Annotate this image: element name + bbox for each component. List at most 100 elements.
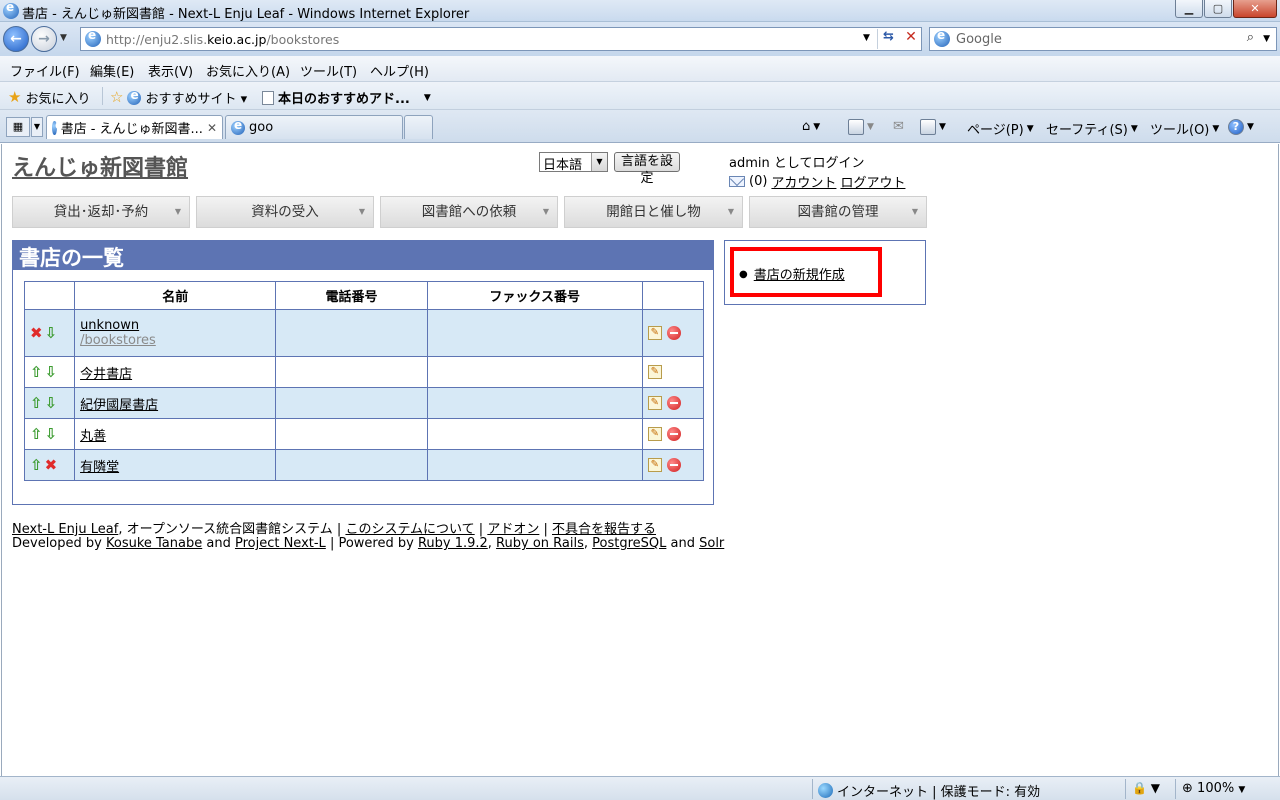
nav-requests[interactable]: 図書館への依頼 ▼ bbox=[380, 196, 558, 228]
new-tab-button[interactable] bbox=[404, 115, 433, 139]
menu-help[interactable]: ヘルプ(H) bbox=[370, 61, 429, 80]
feeds-button[interactable]: ▼ bbox=[848, 119, 874, 135]
stop-icon[interactable]: ✕ bbox=[901, 29, 921, 49]
move-down-icon[interactable]: ⇩ bbox=[45, 394, 58, 412]
recent-pages-dropdown[interactable]: ▼ bbox=[60, 33, 67, 43]
protected-mode-icon[interactable]: 🔒 ▼ bbox=[1132, 781, 1160, 795]
tab-bar: ▦ ▼ 書店 - えんじゅ新図書... ✕ goo ⌂ ▼ ▼ ✉ ▼ ページ(… bbox=[0, 110, 1280, 143]
bookstore-name-link[interactable]: 丸善 bbox=[80, 429, 106, 444]
tab-favicon bbox=[231, 118, 245, 135]
move-down-icon[interactable]: ⇩ bbox=[45, 324, 58, 342]
nav-admin[interactable]: 図書館の管理 ▼ bbox=[749, 196, 927, 228]
author-link[interactable]: Kosuke Tanabe bbox=[106, 536, 202, 551]
favorites-button[interactable]: ★ お気に入り bbox=[8, 88, 90, 108]
move-up-icon[interactable]: ⇧ bbox=[30, 363, 43, 381]
help-button[interactable]: ? ▼ bbox=[1228, 119, 1254, 135]
table-row: ⇧ ⇩ 丸善 ✎ bbox=[23, 418, 705, 450]
safety-menu[interactable]: セーフティ(S) ▼ bbox=[1046, 119, 1138, 138]
menu-file[interactable]: ファイル(F) bbox=[10, 61, 80, 80]
nav-events[interactable]: 開館日と催し物 ▼ bbox=[564, 196, 743, 228]
quick-tabs-icon[interactable]: ▦ bbox=[6, 117, 30, 137]
back-button[interactable]: ← bbox=[3, 26, 29, 52]
delete-icon[interactable] bbox=[666, 396, 681, 410]
address-url[interactable]: http://enju2.slis.keio.ac.jp/bookstores bbox=[106, 32, 339, 47]
menu-tools[interactable]: ツール(T) bbox=[300, 61, 357, 80]
bookstore-name-link[interactable]: 今井書店 bbox=[80, 367, 132, 382]
new-bookstore-link[interactable]: 書店の新規作成 bbox=[754, 268, 845, 283]
forward-button[interactable]: → bbox=[31, 26, 57, 52]
tab-bookstores[interactable]: 書店 - えんじゅ新図書... ✕ bbox=[46, 115, 223, 139]
delete-icon[interactable] bbox=[666, 458, 681, 472]
actions-cell: ✎ bbox=[641, 449, 705, 481]
bookstore-name-link[interactable]: 紀伊國屋書店 bbox=[80, 398, 158, 413]
about-link[interactable]: このシステムについて bbox=[345, 522, 474, 537]
home-button[interactable]: ⌂ ▼ bbox=[802, 119, 820, 134]
search-input[interactable]: Google bbox=[956, 32, 1002, 47]
move-up-icon[interactable]: ⇧ bbox=[30, 456, 43, 474]
postgresql-link[interactable]: PostgreSQL bbox=[592, 536, 666, 551]
solr-link[interactable]: Solr bbox=[699, 536, 724, 551]
report-bug-link[interactable]: 不具合を報告する bbox=[552, 522, 656, 537]
address-dropdown-icon[interactable]: ▼ bbox=[863, 33, 870, 43]
mail-count: (0) bbox=[749, 174, 768, 189]
menu-view[interactable]: 表示(V) bbox=[148, 61, 193, 80]
tab-label: 書店 - えんじゅ新図書... bbox=[60, 122, 203, 137]
actions-cell: ✎ bbox=[641, 356, 705, 388]
edit-icon[interactable]: ✎ bbox=[647, 458, 662, 472]
mail-icon[interactable] bbox=[729, 176, 745, 187]
name-cell: 有隣堂 bbox=[74, 449, 277, 481]
powered-by-text: | Powered by bbox=[325, 536, 418, 551]
language-select[interactable]: 日本語 ▼ bbox=[539, 152, 608, 173]
tab-list-dropdown[interactable]: ▼ bbox=[31, 117, 43, 137]
menu-favorites[interactable]: お気に入り(A) bbox=[206, 61, 290, 80]
nav-acquisition[interactable]: 資料の受入 ▼ bbox=[196, 196, 374, 228]
nav-circulation[interactable]: 貸出･返却･予約 ▼ bbox=[12, 196, 190, 228]
move-down-icon[interactable]: ⇩ bbox=[45, 425, 58, 443]
security-zone[interactable]: インターネット | 保護モード: 有効 bbox=[818, 781, 1040, 800]
search-icon[interactable]: ⌕ bbox=[1247, 30, 1254, 45]
delete-icon[interactable] bbox=[666, 427, 681, 441]
mail-button[interactable]: ✉ bbox=[893, 119, 904, 134]
menu-edit[interactable]: 編集(E) bbox=[90, 61, 134, 80]
account-link[interactable]: アカウント bbox=[771, 172, 836, 191]
edit-icon[interactable]: ✎ bbox=[647, 396, 662, 410]
close-window-button[interactable]: ✕ bbox=[1233, 0, 1277, 18]
set-language-button[interactable]: 言語を設定 bbox=[614, 152, 680, 186]
todays-recommended-link[interactable]: 本日のおすすめアド... ▼ bbox=[262, 88, 431, 107]
window-title-bar: 書店 - えんじゅ新図書館 - Next-L Enju Leaf - Windo… bbox=[0, 0, 1280, 22]
enju-leaf-link[interactable]: Next-L Enju Leaf bbox=[12, 522, 118, 537]
recommended-sites-link[interactable]: ☆ おすすめサイト ▾ bbox=[110, 88, 247, 108]
search-box[interactable]: Google ⌕ ▼ bbox=[929, 27, 1277, 51]
move-down-icon[interactable]: ⇩ bbox=[45, 363, 58, 381]
ruby-link[interactable]: Ruby 1.9.2 bbox=[418, 536, 488, 551]
move-up-icon[interactable]: ⇧ bbox=[30, 425, 43, 443]
close-tab-icon[interactable]: ✕ bbox=[207, 121, 217, 135]
minimize-button[interactable]: ▁ bbox=[1175, 0, 1203, 18]
edit-icon[interactable]: ✎ bbox=[647, 427, 662, 441]
refresh-icon[interactable]: ⇆ bbox=[877, 29, 899, 49]
rss-icon bbox=[848, 119, 864, 135]
chevron-down-icon[interactable]: ▼ bbox=[424, 93, 431, 103]
bookstore-name-link[interactable]: 有隣堂 bbox=[80, 460, 119, 475]
address-bar[interactable]: http://enju2.slis.keio.ac.jp/bookstores … bbox=[80, 27, 922, 51]
zoom-control[interactable]: ⊕ 100% ▼ bbox=[1182, 781, 1245, 796]
tools-menu[interactable]: ツール(O) ▼ bbox=[1150, 119, 1219, 138]
rails-link[interactable]: Ruby on Rails bbox=[496, 536, 584, 551]
edit-icon[interactable]: ✎ bbox=[647, 326, 662, 340]
logout-link[interactable]: ログアウト bbox=[840, 172, 905, 191]
maximize-button[interactable]: ▢ bbox=[1204, 0, 1232, 18]
addon-link[interactable]: アドオン bbox=[487, 522, 539, 537]
project-link[interactable]: Project Next-L bbox=[235, 536, 326, 551]
page-menu[interactable]: ページ(P) ▼ bbox=[967, 119, 1034, 138]
nav-label: 図書館への依頼 bbox=[421, 204, 517, 220]
move-up-icon[interactable]: ⇧ bbox=[30, 394, 43, 412]
print-button[interactable]: ▼ bbox=[920, 119, 946, 135]
bookstore-name-link[interactable]: unknown bbox=[80, 318, 139, 333]
name-cell: 丸善 bbox=[74, 418, 277, 450]
bookstore-path-link[interactable]: /bookstores bbox=[80, 333, 156, 348]
delete-icon[interactable] bbox=[666, 326, 681, 340]
site-title-link[interactable]: えんじゅ新図書館 bbox=[12, 150, 188, 182]
tab-goo[interactable]: goo bbox=[225, 115, 403, 139]
edit-icon[interactable]: ✎ bbox=[647, 365, 662, 379]
search-options-icon[interactable]: ▼ bbox=[1263, 34, 1270, 44]
